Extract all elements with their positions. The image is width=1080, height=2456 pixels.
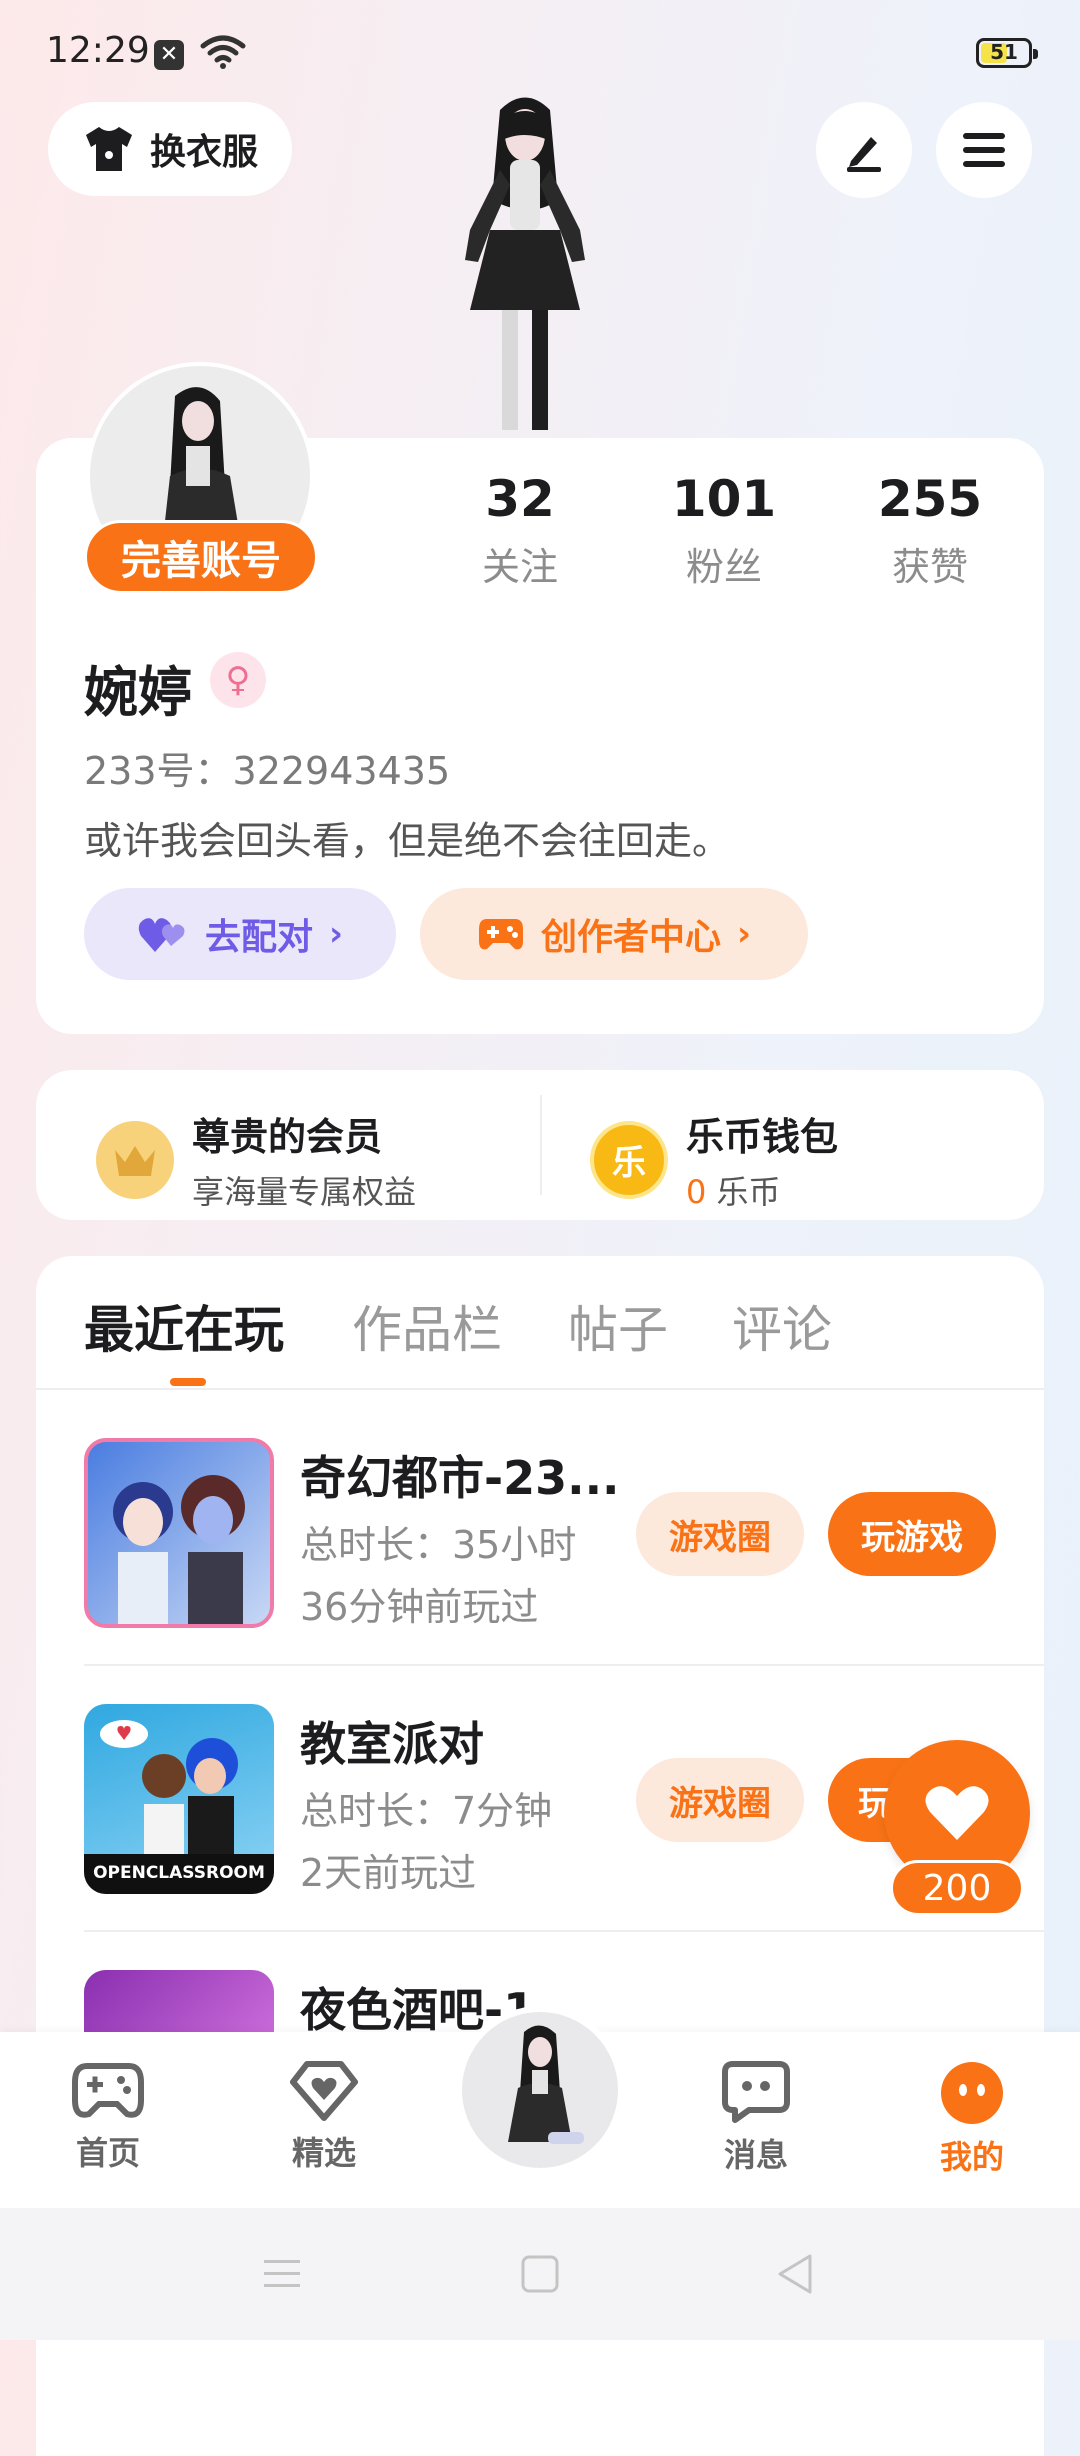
recent-apps-icon[interactable] [262,2256,302,2292]
stat-likes-label: 获赞 [891,545,968,589]
float-like-count: 200 [890,1860,1024,1916]
stat-following[interactable]: 32 关注 [440,470,600,591]
wallet-entry[interactable]: 乐 乐币钱包 0 乐币 [590,1106,838,1213]
game-thumbnail[interactable]: OPENCLASSROOM [84,1704,274,1894]
wallet-title: 乐币钱包 [686,1115,839,1159]
chevron-right-icon: › [737,914,752,954]
nav-featured[interactable]: 精选 [254,2060,394,2174]
chevron-right-icon: › [329,914,344,954]
row-divider [84,1930,1044,1932]
smile-face-icon [941,2062,1003,2124]
tab-comments[interactable]: 评论 [732,1290,832,1362]
back-icon[interactable] [774,2252,814,2296]
edit-button[interactable] [816,102,912,198]
shirt-icon [85,127,132,171]
stat-fans-label: 粉丝 [685,545,762,589]
play-game-button[interactable]: 玩游戏 [828,1492,996,1576]
heart-diamond-icon [290,2061,358,2121]
wifi-icon [200,35,246,69]
stat-following-count: 32 [485,470,555,528]
divider [540,1095,542,1195]
creator-center-button[interactable]: 创作者中心 › [420,888,808,980]
vip-entry[interactable]: 尊贵的会员 享海量专属权益 [96,1106,416,1213]
game-art-icon: OPENCLASSROOM [84,1720,274,1894]
status-time: 12:29 [46,30,150,71]
battery-icon: 51 [976,38,1038,68]
nav-home-label: 首页 [75,2134,140,2172]
stat-fans-count: 101 [671,470,777,528]
nav-featured-label: 精选 [291,2134,356,2172]
complete-account-button[interactable]: 完善账号 [84,520,318,594]
tabs-divider [36,1388,1044,1390]
vip-subtitle: 享海量专属权益 [192,1173,417,1211]
stat-fans[interactable]: 101 粉丝 [644,470,804,591]
tab-posts[interactable]: 帖子 [568,1290,668,1362]
creator-center-label: 创作者中心 [540,917,721,958]
battery-level: 51 [990,40,1018,64]
stat-likes-count: 255 [877,470,983,528]
game-thumbnail[interactable] [84,1970,274,2032]
nav-mine-label: 我的 [939,2138,1004,2176]
coin-icon: 乐 [590,1120,668,1199]
nav-mine[interactable]: 我的 [902,2060,1042,2178]
match-button[interactable]: 去配对 › [84,888,396,980]
nav-avatar-button[interactable] [456,2006,624,2174]
menu-button[interactable] [936,102,1032,198]
change-outfit-label: 换衣服 [149,132,258,173]
game-circle-button[interactable]: 游戏圈 [636,1758,804,1842]
wallet-unit: 乐币 [716,1173,781,1211]
game-thumbnail[interactable] [84,1438,274,1628]
game-art-icon [113,1475,245,1624]
thumbnail-title: OPENCLASSROOM [93,1863,265,1883]
game-title[interactable]: 教室派对 [300,1708,484,1774]
vip-title: 尊贵的会员 [192,1115,383,1159]
game-circle-button[interactable]: 游戏圈 [636,1492,804,1576]
avatar-figure-icon [508,2025,584,2144]
game-duration: 总时长：7分钟 [300,1789,553,1833]
game-duration: 总时长：35小时 [300,1523,577,1567]
home-icon[interactable] [520,2254,560,2294]
tab-works[interactable]: 作品栏 [352,1290,502,1362]
wallet-amount: 0 [686,1173,707,1211]
stat-following-label: 关注 [481,545,558,589]
pen-icon [847,137,881,172]
nav-home[interactable]: 首页 [38,2060,178,2174]
chat-icon [722,2061,790,2123]
gamepad-icon [72,2063,144,2118]
match-label: 去配对 [204,917,313,958]
change-outfit-button[interactable]: 换衣服 [48,102,292,196]
female-icon: ♀ [210,652,266,708]
heart-icon [925,1786,989,1840]
tab-recently-played[interactable]: 最近在玩 [84,1290,284,1362]
user-name: 婉婷 [84,661,192,724]
user-bio: 或许我会回头看，但是绝不会往回走。 [84,819,731,863]
hamburger-icon [963,133,1005,167]
nav-messages-label: 消息 [723,2136,788,2174]
row-divider [84,1664,1044,1666]
game-last-played: 2天前玩过 [300,1851,477,1895]
avatar-character-image[interactable] [430,90,620,440]
stat-likes[interactable]: 255 获赞 [850,470,1010,591]
game-title[interactable]: 奇幻都市-23... [300,1442,620,1508]
notification-icon: ✕ [154,40,184,70]
user-id: 233号：322943435 [84,749,451,793]
crown-icon [96,1120,174,1199]
nav-messages[interactable]: 消息 [686,2060,826,2176]
gamepad-icon [478,919,523,950]
tab-indicator [170,1378,206,1386]
double-heart-icon [138,918,185,952]
game-last-played: 36分钟前玩过 [300,1585,539,1629]
